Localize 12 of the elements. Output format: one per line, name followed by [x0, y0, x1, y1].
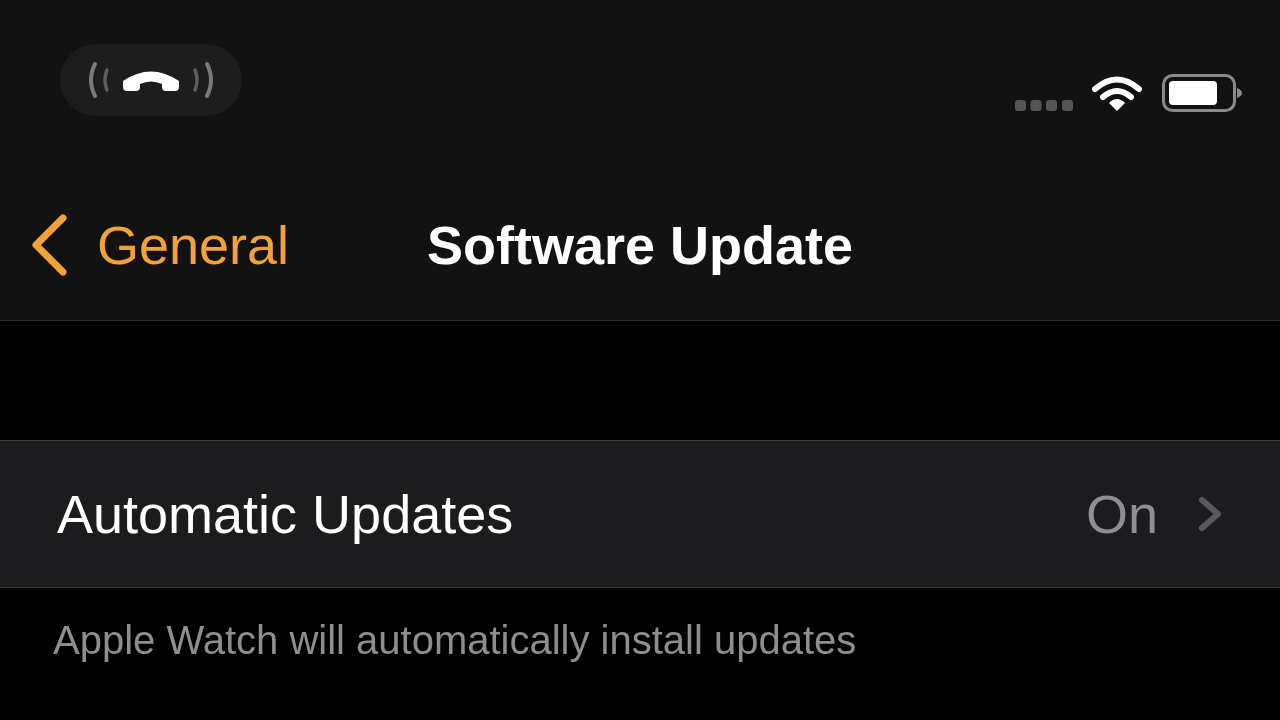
- chevron-right-icon: [1198, 496, 1222, 532]
- back-button[interactable]: General: [30, 213, 290, 277]
- chevron-left-icon: [30, 213, 68, 277]
- setting-value: On: [1085, 483, 1158, 545]
- page-title: Software Update: [426, 214, 854, 276]
- phone-ringing-icon: [88, 60, 214, 100]
- settings-row[interactable]: Automatic Updates On: [0, 440, 1280, 588]
- battery-icon: [1162, 74, 1242, 112]
- signal-dots-icon: [1015, 100, 1073, 111]
- setting-label: Automatic Updates: [57, 483, 514, 545]
- footer-note: Apple Watch will automatically install updates: [53, 617, 857, 664]
- wifi-icon: [1092, 75, 1142, 111]
